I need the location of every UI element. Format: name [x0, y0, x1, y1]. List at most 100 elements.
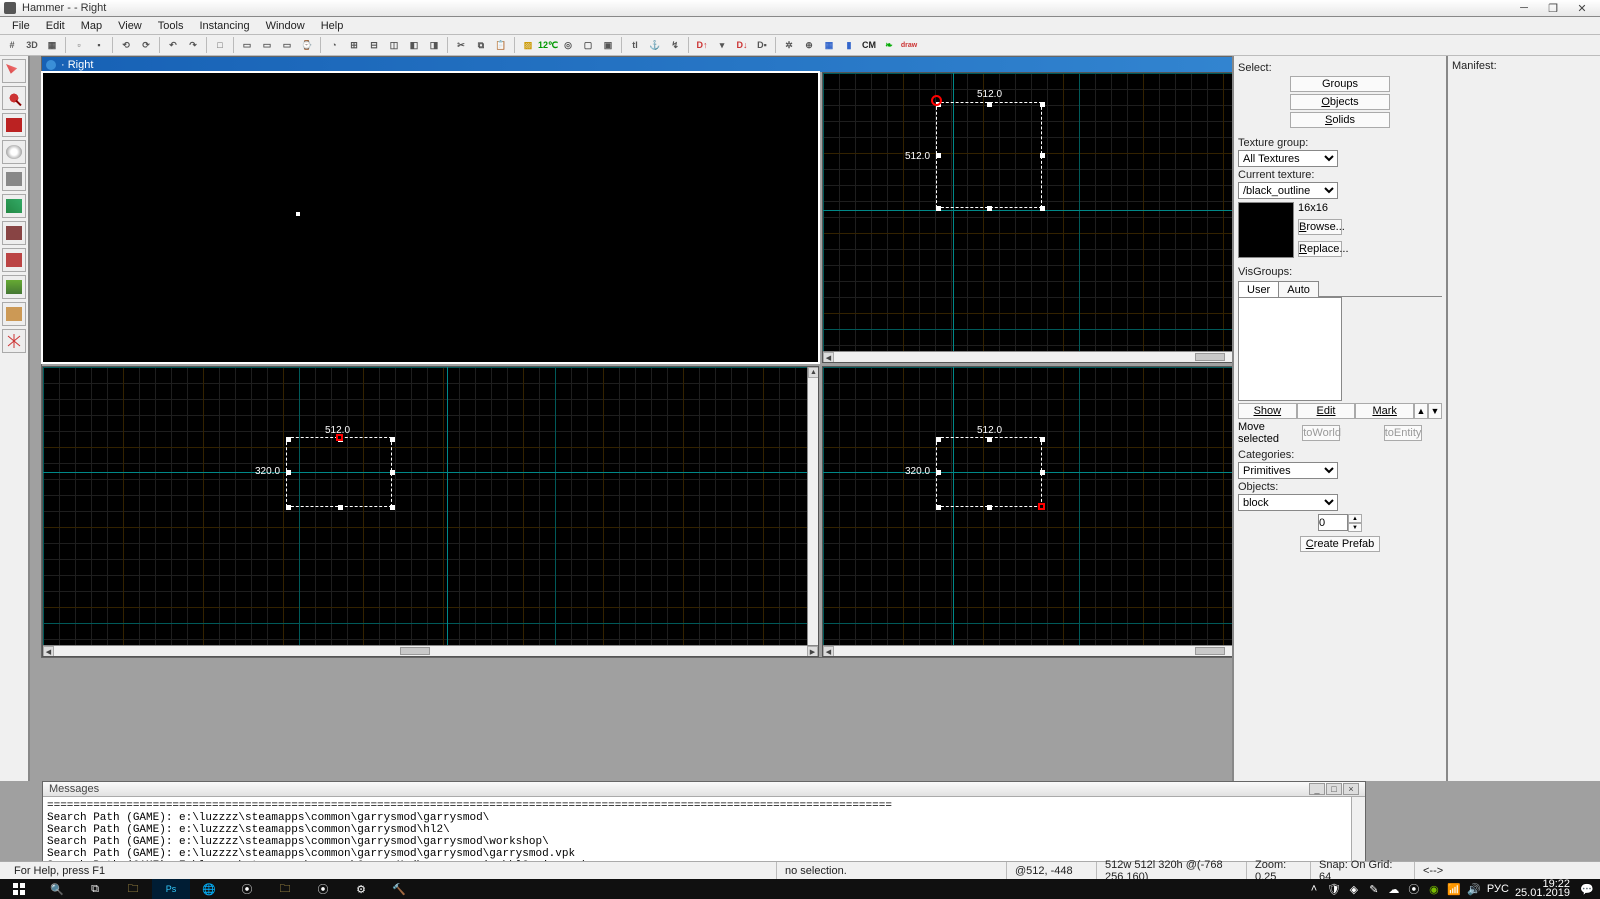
undo-icon[interactable]: ↶: [164, 36, 182, 54]
menu-help[interactable]: Help: [313, 19, 352, 33]
decal-tool[interactable]: [2, 248, 26, 272]
rotate-handle[interactable]: [1038, 503, 1045, 510]
notifications-icon[interactable]: 💬: [1580, 882, 1594, 896]
chrome-icon[interactable]: 🌐: [190, 879, 228, 899]
untie-icon[interactable]: ◨: [425, 36, 443, 54]
faces-up[interactable]: ▲: [1348, 514, 1362, 523]
shield-icon[interactable]: 🛡: [1327, 882, 1341, 896]
folder-icon[interactable]: 🗀: [266, 879, 304, 899]
replace-button[interactable]: Replace...: [1298, 241, 1342, 257]
texgroup-select[interactable]: All Textures: [1238, 150, 1338, 167]
lang-indicator[interactable]: РУС: [1487, 883, 1509, 895]
grid-icon[interactable]: #: [3, 36, 21, 54]
edit-button[interactable]: Edit: [1297, 403, 1356, 419]
clip-tool[interactable]: [2, 302, 26, 326]
ungroup-icon[interactable]: ⊟: [365, 36, 383, 54]
nvidia-icon[interactable]: ◉: [1427, 882, 1441, 896]
menu-window[interactable]: Window: [258, 19, 313, 33]
gridinc-icon[interactable]: ▪: [90, 36, 108, 54]
new-icon[interactable]: □: [211, 36, 229, 54]
browse-button[interactable]: Browse...: [1298, 219, 1342, 235]
clock[interactable]: 19:2225.01.2019: [1515, 880, 1574, 898]
dt3-icon[interactable]: D↓: [733, 36, 751, 54]
select-groups-button[interactable]: Groups: [1290, 76, 1390, 92]
units-icon[interactable]: ◎: [559, 36, 577, 54]
paste-icon[interactable]: 📋: [492, 36, 510, 54]
msg-max-button[interactable]: □: [1326, 783, 1342, 795]
menu-edit[interactable]: Edit: [38, 19, 73, 33]
selection-tool[interactable]: [2, 59, 26, 83]
select-icon[interactable]: ▢: [579, 36, 597, 54]
photoshop-icon[interactable]: Ps: [152, 879, 190, 899]
curtex-select[interactable]: /black_outline: [1238, 182, 1338, 199]
group-icon[interactable]: ⊞: [345, 36, 363, 54]
vertex-tool[interactable]: [2, 329, 26, 353]
load-icon[interactable]: ⟲: [117, 36, 135, 54]
flag-icon[interactable]: ▮: [840, 36, 858, 54]
overlay-tool[interactable]: [2, 275, 26, 299]
tl-icon[interactable]: tl: [626, 36, 644, 54]
doc1-icon[interactable]: ▭: [238, 36, 256, 54]
show-button[interactable]: Show: [1238, 403, 1297, 419]
doc2-icon[interactable]: ▭: [258, 36, 276, 54]
minimize-button[interactable]: ─: [1510, 1, 1538, 15]
cut-icon[interactable]: ✂: [452, 36, 470, 54]
selection-box[interactable]: [286, 437, 392, 507]
selection-box[interactable]: [936, 437, 1042, 507]
entity-tool[interactable]: [2, 140, 26, 164]
cube-icon[interactable]: ▦: [820, 36, 838, 54]
visgroups-list[interactable]: [1238, 297, 1342, 401]
draw-icon[interactable]: draw: [900, 36, 918, 54]
steam2-icon[interactable]: ⦿: [304, 879, 342, 899]
cordon-icon[interactable]: ▨: [519, 36, 537, 54]
camera-tool[interactable]: [2, 113, 26, 137]
scrollbar-h[interactable]: ◀▶: [43, 645, 818, 656]
discord-icon[interactable]: ◈: [1347, 882, 1361, 896]
faces-input[interactable]: [1318, 514, 1348, 531]
steam-tray-icon[interactable]: ⦿: [1407, 882, 1421, 896]
messages-titlebar[interactable]: Messages _ □ ×: [43, 782, 1365, 797]
menu-instancing[interactable]: Instancing: [191, 19, 257, 33]
griddec-icon[interactable]: ▫: [70, 36, 88, 54]
menu-tools[interactable]: Tools: [150, 19, 192, 33]
tie-icon[interactable]: ◧: [405, 36, 423, 54]
faces-down[interactable]: ▼: [1348, 523, 1362, 532]
cm-icon[interactable]: CM: [860, 36, 878, 54]
leaf-icon[interactable]: ❧: [880, 36, 898, 54]
steam-icon[interactable]: ⦿: [228, 879, 266, 899]
cloud-icon[interactable]: ☁: [1387, 882, 1401, 896]
viewport-camera[interactable]: [42, 72, 819, 363]
explorer-icon[interactable]: 🗀: [114, 879, 152, 899]
rotate-handle[interactable]: [931, 95, 942, 106]
restore-button[interactable]: ❐: [1539, 1, 1567, 15]
create-prefab-button[interactable]: Create Prefab: [1300, 536, 1380, 552]
recent-icon[interactable]: ⌚: [298, 36, 316, 54]
hammer-task-icon[interactable]: 🔨: [380, 879, 418, 899]
categories-select[interactable]: Primitives: [1238, 462, 1338, 479]
objects-select[interactable]: block: [1238, 494, 1338, 511]
down-button[interactable]: ▼: [1428, 403, 1442, 419]
block-tool[interactable]: [2, 167, 26, 191]
select-objects-button[interactable]: Objects: [1290, 94, 1390, 110]
select-solids-button[interactable]: Solids: [1290, 112, 1390, 128]
msg-close-button[interactable]: ×: [1343, 783, 1359, 795]
taskview-button[interactable]: ⧉: [76, 879, 114, 899]
anchor-icon[interactable]: ⚓: [646, 36, 664, 54]
tab-user[interactable]: User: [1238, 281, 1279, 297]
copy-icon[interactable]: ⧉: [472, 36, 490, 54]
redo-icon[interactable]: ↷: [184, 36, 202, 54]
tray-up-icon[interactable]: ˄: [1307, 882, 1321, 896]
app1-icon[interactable]: ⚙: [342, 879, 380, 899]
bounds-icon[interactable]: ▣: [599, 36, 617, 54]
hollow-icon[interactable]: ◫: [385, 36, 403, 54]
start-button[interactable]: [0, 879, 38, 899]
tray-app-icon[interactable]: ✎: [1367, 882, 1381, 896]
viewport-front[interactable]: 512.0 320.0 ▲ ◀▶: [42, 366, 819, 657]
menu-view[interactable]: View: [110, 19, 150, 33]
dt1-icon[interactable]: D↑: [693, 36, 711, 54]
rotate-handle[interactable]: [336, 434, 343, 441]
volume-icon[interactable]: 🔊: [1467, 882, 1481, 896]
grid3d-icon[interactable]: 3D: [23, 36, 41, 54]
selection-box[interactable]: [936, 102, 1042, 208]
dt4-icon[interactable]: D▪: [753, 36, 771, 54]
